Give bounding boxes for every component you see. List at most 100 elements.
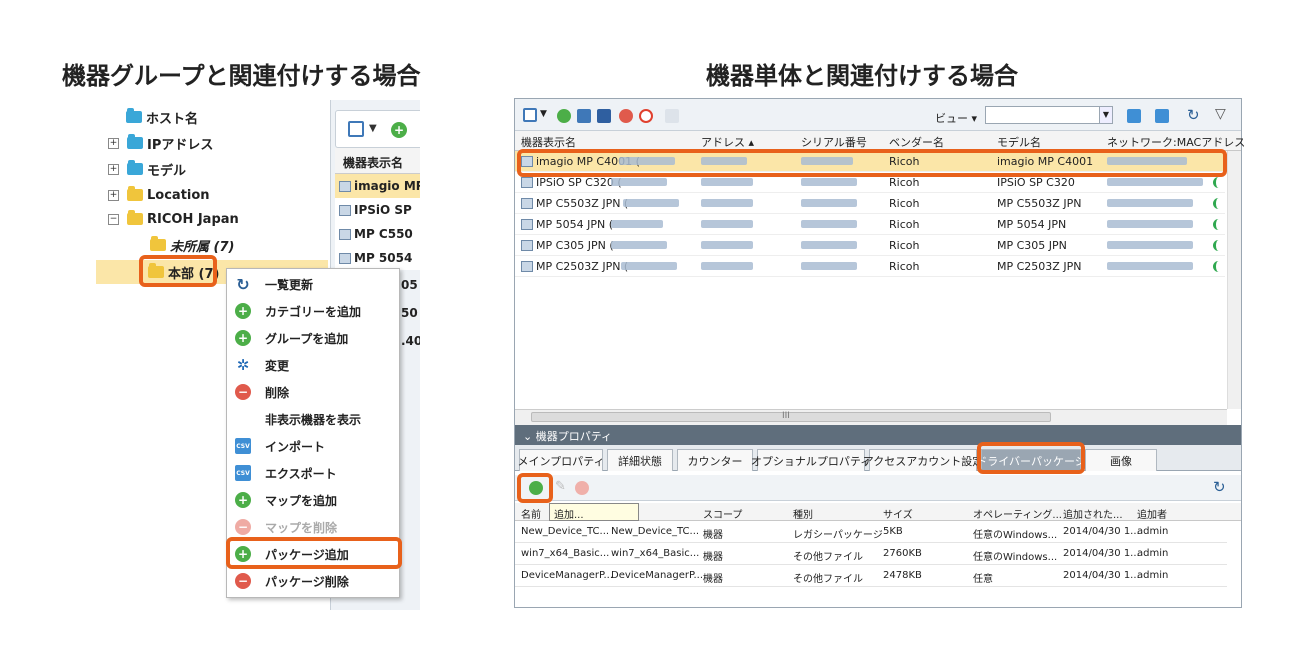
tree-item-model[interactable]: + モデル: [108, 158, 186, 180]
csv-export-icon[interactable]: [1155, 109, 1169, 123]
view-menu-icon[interactable]: [348, 121, 364, 137]
list-item-label: IPSiO SP: [354, 203, 412, 217]
menu-item-show-hidden[interactable]: 非表示機器を表示: [227, 406, 399, 432]
remove-icon[interactable]: [619, 109, 633, 123]
tab-counter[interactable]: カウンター: [677, 449, 753, 471]
tab-access-account[interactable]: アクセスアカウント設定: [863, 449, 983, 471]
menu-item-delete-package[interactable]: − パッケージ削除: [227, 568, 399, 594]
col-serial[interactable]: シリアル番号: [801, 134, 867, 150]
table-row[interactable]: win7_x64_Basic... win7_x64_Basic... 機器 そ…: [515, 543, 1227, 565]
dropdown-arrow-icon[interactable]: ▼: [540, 109, 547, 119]
edit-device-icon[interactable]: [597, 109, 611, 123]
menu-item-export[interactable]: CSV エクスポート: [227, 460, 399, 486]
tree-item-unassigned[interactable]: 未所属 (7): [150, 234, 234, 256]
col-address[interactable]: アドレス ▴: [701, 134, 754, 150]
tree-item-hostname[interactable]: ホスト名: [126, 106, 198, 128]
add-icon[interactable]: +: [391, 122, 407, 138]
redacted-mac: [1107, 220, 1193, 228]
col-type[interactable]: 種別: [793, 506, 813, 521]
col-added-by[interactable]: 追加者: [1137, 506, 1167, 521]
tree-item-label: Location: [147, 187, 210, 203]
table-row[interactable]: DeviceManagerP... DeviceManagerP... 機器 そ…: [515, 565, 1227, 587]
col-os[interactable]: オペレーティング...: [973, 506, 1062, 521]
list-item-fragment: 05: [401, 278, 418, 292]
menu-item-add-map[interactable]: + マップを追加: [227, 487, 399, 513]
scrollbar-thumb[interactable]: III: [531, 411, 1051, 422]
status-icon: [1213, 261, 1219, 272]
col-device-name[interactable]: 機器表示名: [521, 134, 576, 150]
list-item[interactable]: MP 5054: [335, 246, 420, 270]
tree-item-ip-address[interactable]: + IPアドレス: [108, 132, 213, 154]
report-icon[interactable]: [665, 109, 679, 123]
expand-icon[interactable]: +: [108, 137, 119, 149]
chevron-down-icon[interactable]: ⌄: [523, 430, 532, 443]
add-icon[interactable]: [557, 109, 571, 123]
menu-item-add-group[interactable]: + グループを追加: [227, 325, 399, 351]
col-mac[interactable]: ネットワーク:MACアドレス: [1107, 134, 1245, 150]
main-toolbar: ▼ ビュー ▾ ▼ ↻ ▽: [515, 99, 1241, 131]
refresh-icon[interactable]: ↻: [1187, 106, 1200, 124]
expand-icon[interactable]: +: [108, 163, 119, 175]
view-select-input[interactable]: [985, 106, 1113, 124]
col-vendor[interactable]: ベンダー名: [889, 134, 944, 150]
tree-item-ricoh-japan[interactable]: − RICOH Japan: [108, 208, 239, 230]
tab-detail-status[interactable]: 詳細状態: [607, 449, 673, 471]
tab-main-properties[interactable]: メインプロパティ: [518, 449, 605, 471]
device-table-header: 機器表示名 アドレス ▴ シリアル番号 ベンダー名 モデル名 ネットワーク:MA…: [515, 131, 1245, 151]
list-column-header[interactable]: 機器表示名: [335, 148, 420, 174]
table-row[interactable]: New_Device_TC... New_Device_TC... 機器 レガシ…: [515, 521, 1227, 543]
col-package-name[interactable]: 名前: [521, 506, 541, 521]
menu-item-refresh[interactable]: ↻ 一覧更新: [227, 271, 399, 297]
add-icon: +: [235, 303, 251, 319]
expand-icon[interactable]: +: [108, 189, 119, 201]
redacted-text: [621, 262, 677, 270]
col-model[interactable]: モデル名: [997, 134, 1041, 150]
table-row[interactable]: MP C2503Z JPN ( Ricoh MP C2503Z JPN: [515, 256, 1225, 277]
menu-item-label: 変更: [265, 358, 290, 373]
added-cell: 2014/04/30 1...: [1063, 526, 1140, 537]
refresh-icon[interactable]: ↻: [1213, 478, 1226, 496]
list-item[interactable]: MP C550: [335, 222, 420, 246]
view-dropdown[interactable]: ビュー ▾: [935, 110, 977, 126]
list-item[interactable]: IPSiO SP: [335, 198, 420, 222]
tree-item-location[interactable]: + Location: [108, 184, 210, 206]
menu-item-edit[interactable]: ✲ 変更: [227, 352, 399, 378]
horizontal-scrollbar[interactable]: III: [515, 409, 1227, 425]
package-file-cell: DeviceManagerP...: [611, 570, 704, 581]
right-headline: 機器単体と関連付けする場合: [706, 62, 1018, 90]
table-row[interactable]: MP C5503Z JPN ( Ricoh MP C5503Z JPN: [515, 193, 1225, 214]
vendor-cell: Ricoh: [889, 260, 920, 273]
tab-optional-properties[interactable]: オプショナルプロパティ: [751, 449, 871, 471]
menu-item-delete[interactable]: − 削除: [227, 379, 399, 405]
menu-item-import[interactable]: CSV インポート: [227, 433, 399, 459]
device-name-cell: IPSiO SP C320 (: [521, 176, 622, 189]
dropdown-arrow-icon[interactable]: ▼: [369, 123, 377, 134]
block-icon[interactable]: [639, 109, 653, 123]
device-name-cell: MP C2503Z JPN (: [521, 260, 628, 273]
menu-item-label: グループを追加: [265, 331, 349, 346]
collapse-icon[interactable]: −: [108, 213, 119, 225]
os-cell: 任意: [973, 574, 993, 585]
tab-image[interactable]: 画像: [1085, 449, 1157, 471]
vertical-scrollbar[interactable]: [1227, 151, 1241, 409]
table-row[interactable]: MP C305 JPN ( Ricoh MP C305 JPN: [515, 235, 1225, 256]
col-added[interactable]: 追加された...: [1063, 506, 1123, 521]
col-size[interactable]: サイズ: [883, 506, 913, 521]
csv-import-icon[interactable]: [1127, 109, 1141, 123]
printer-icon: [521, 219, 533, 230]
model-cell: MP C2503Z JPN: [997, 260, 1082, 273]
device-name: MP 5054 JPN (: [536, 218, 614, 231]
col-scope[interactable]: スコープ: [703, 506, 742, 521]
status-icon: [1213, 198, 1219, 209]
properties-bar[interactable]: ⌄ 機器プロパティ: [515, 425, 1241, 445]
menu-item-add-category[interactable]: + カテゴリーを追加: [227, 298, 399, 324]
save-icon[interactable]: [577, 109, 591, 123]
size-cell: 5KB: [883, 526, 903, 537]
chevron-down-icon[interactable]: ▼: [1099, 106, 1113, 124]
device-name: MP C2503Z JPN (: [536, 260, 629, 273]
folder-icon: [127, 210, 143, 225]
table-row[interactable]: MP 5054 JPN ( Ricoh MP 5054 JPN: [515, 214, 1225, 235]
list-item[interactable]: imagio MP: [335, 174, 420, 198]
filter-icon[interactable]: ▽: [1215, 106, 1226, 122]
view-menu-icon[interactable]: [523, 108, 537, 122]
